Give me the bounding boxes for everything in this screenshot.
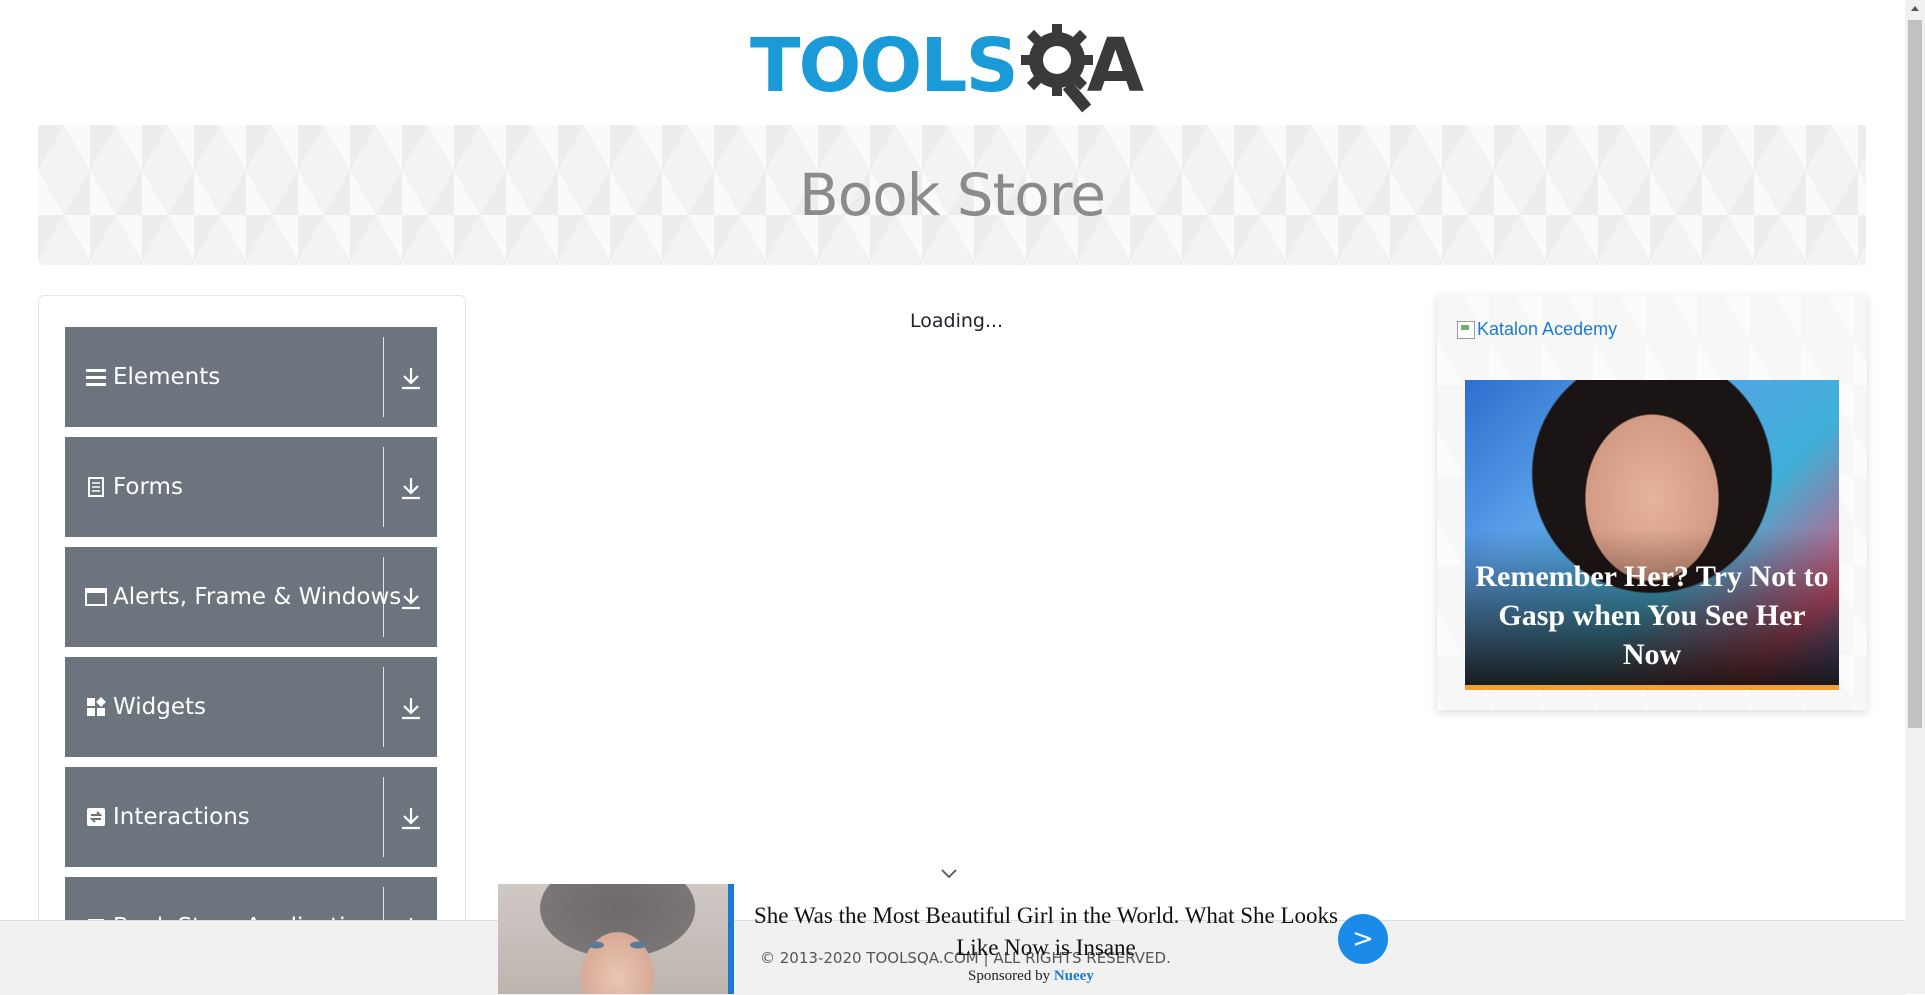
window-icon xyxy=(85,586,107,608)
download-arrow-icon[interactable] xyxy=(399,695,423,721)
scroll-thumb[interactable] xyxy=(1908,20,1922,728)
divider xyxy=(383,337,384,417)
download-arrow-icon[interactable] xyxy=(399,805,423,831)
sidebar: Elements Forms Alerts, Frame & Windows W… xyxy=(38,295,466,995)
sidebar-group-label: Elements xyxy=(113,364,221,390)
sidebar-group-forms[interactable]: Forms xyxy=(65,437,437,537)
ad-thumbnail[interactable] xyxy=(498,884,734,994)
download-arrow-icon[interactable] xyxy=(399,365,423,391)
vertical-scrollbar[interactable] xyxy=(1905,0,1925,994)
ad-headline[interactable]: She Was the Most Beautiful Girl in the W… xyxy=(746,900,1346,964)
ad-accent-bar xyxy=(1465,685,1839,690)
scroll-up-arrow-icon[interactable] xyxy=(1911,6,1919,11)
download-arrow-icon[interactable] xyxy=(399,475,423,501)
toolsqa-logo[interactable]: TOOLS A xyxy=(750,18,1160,114)
sidebar-group-interactions[interactable]: Interactions xyxy=(65,767,437,867)
sidebar-group-label: Alerts, Frame & Windows xyxy=(113,584,402,610)
sponsor-prefix: Sponsored by xyxy=(968,968,1051,984)
gear-magnifier-icon xyxy=(1020,24,1093,113)
ad-sponsor: Sponsored by Nueey xyxy=(968,968,1094,985)
sidebar-group-label: Forms xyxy=(113,474,183,500)
logo-qa: A xyxy=(1019,18,1144,114)
sidebar-group-alerts-frame-windows[interactable]: Alerts, Frame & Windows xyxy=(65,547,437,647)
widgets-icon xyxy=(85,696,107,718)
ad-caption: Remember Her? Try Not to Gasp when You S… xyxy=(1475,560,1829,671)
divider xyxy=(383,667,384,747)
logo-a: A xyxy=(1086,23,1145,109)
download-arrow-icon[interactable] xyxy=(399,585,423,611)
katalon-academy-link[interactable]: Katalon Acedemy xyxy=(1457,319,1617,340)
broken-image-icon xyxy=(1457,320,1475,339)
ad-alt-text: Katalon Acedemy xyxy=(1477,319,1618,339)
sidebar-group-elements[interactable]: Elements xyxy=(65,327,437,427)
ad-image[interactable]: Remember Her? Try Not to Gasp when You S… xyxy=(1465,380,1839,690)
document-icon xyxy=(85,476,107,498)
sidebar-group-label: Interactions xyxy=(113,804,250,830)
page-banner: Book Store xyxy=(38,125,1866,265)
sponsor-name[interactable]: Nueey xyxy=(1054,968,1094,984)
page-title: Book Store xyxy=(798,161,1106,229)
ad-thumbnail-face xyxy=(588,941,646,949)
sidebar-group-label: Widgets xyxy=(113,694,206,720)
bottom-sponsored-ad[interactable]: She Was the Most Beautiful Girl in the W… xyxy=(498,884,1398,994)
divider xyxy=(383,447,384,527)
sidebar-group-widgets[interactable]: Widgets xyxy=(65,657,437,757)
chevron-down-icon[interactable] xyxy=(940,867,958,879)
logo-text: TOOLS xyxy=(750,23,1019,109)
menu-icon xyxy=(85,366,107,388)
divider xyxy=(383,557,384,637)
interactions-icon xyxy=(85,806,107,828)
divider xyxy=(383,777,384,857)
ad-go-button[interactable]: > xyxy=(1338,914,1388,964)
loading-indicator: Loading... xyxy=(910,310,1004,332)
right-ad-panel: Katalon Acedemy Remember Her? Try Not to… xyxy=(1437,295,1867,710)
